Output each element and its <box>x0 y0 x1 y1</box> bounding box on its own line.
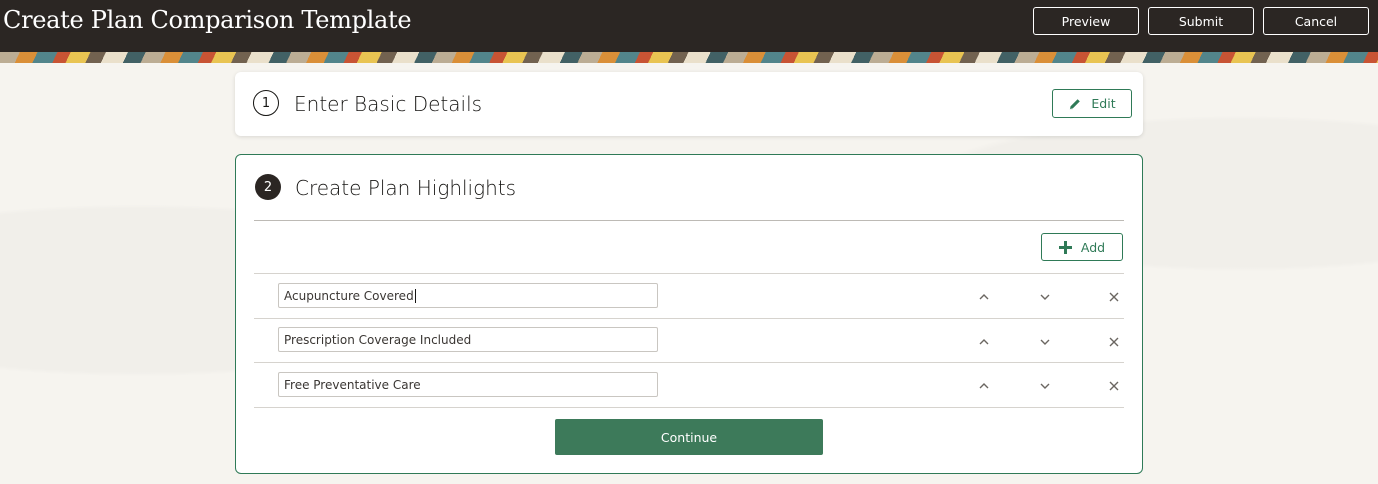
chevron-down-icon[interactable] <box>1037 378 1053 394</box>
preview-button[interactable]: Preview <box>1033 7 1139 35</box>
highlight-text: Prescription Coverage Included <box>284 332 472 347</box>
section-divider <box>254 220 1124 221</box>
row-divider <box>254 362 1124 363</box>
step-number: 1 <box>253 90 279 116</box>
close-icon[interactable] <box>1106 289 1122 305</box>
chevron-up-icon[interactable] <box>976 289 992 305</box>
app-header: Create Plan Comparison Template Preview … <box>0 0 1378 52</box>
chevron-down-icon[interactable] <box>1037 334 1053 350</box>
list-divider <box>254 273 1124 274</box>
page-title: Create Plan Comparison Template <box>3 6 412 34</box>
step-basic-details: 1 Enter Basic Details Edit <box>235 72 1143 136</box>
text-cursor <box>414 288 416 303</box>
plus-icon <box>1058 240 1072 254</box>
highlight-text: Acupuncture Covered <box>284 288 414 303</box>
row-divider <box>254 407 1124 408</box>
add-button[interactable]: Add <box>1041 233 1123 261</box>
continue-button[interactable]: Continue <box>555 419 823 455</box>
edit-label: Edit <box>1091 96 1116 111</box>
step-title: Enter Basic Details <box>294 92 483 116</box>
highlight-input[interactable]: Acupuncture Covered <box>278 283 658 308</box>
highlight-input[interactable]: Free Preventative Care <box>278 372 658 397</box>
chevron-down-icon[interactable] <box>1037 289 1053 305</box>
add-label: Add <box>1080 239 1106 255</box>
chevron-up-icon[interactable] <box>976 378 992 394</box>
cancel-button[interactable]: Cancel <box>1263 7 1369 35</box>
close-icon[interactable] <box>1106 334 1122 350</box>
step-title: Create Plan Highlights <box>295 176 517 200</box>
close-icon[interactable] <box>1106 378 1122 394</box>
chevron-up-icon[interactable] <box>976 334 992 350</box>
step-number: 2 <box>255 174 281 200</box>
step-plan-highlights: 2 Create Plan Highlights Add Acupuncture… <box>235 154 1143 474</box>
pencil-icon <box>1068 97 1082 111</box>
decorative-banner <box>0 52 1378 63</box>
edit-button[interactable]: Edit <box>1052 89 1132 118</box>
highlight-text: Free Preventative Care <box>284 377 421 392</box>
row-divider <box>254 318 1124 319</box>
submit-button[interactable]: Submit <box>1148 7 1254 35</box>
highlight-input[interactable]: Prescription Coverage Included <box>278 327 658 352</box>
